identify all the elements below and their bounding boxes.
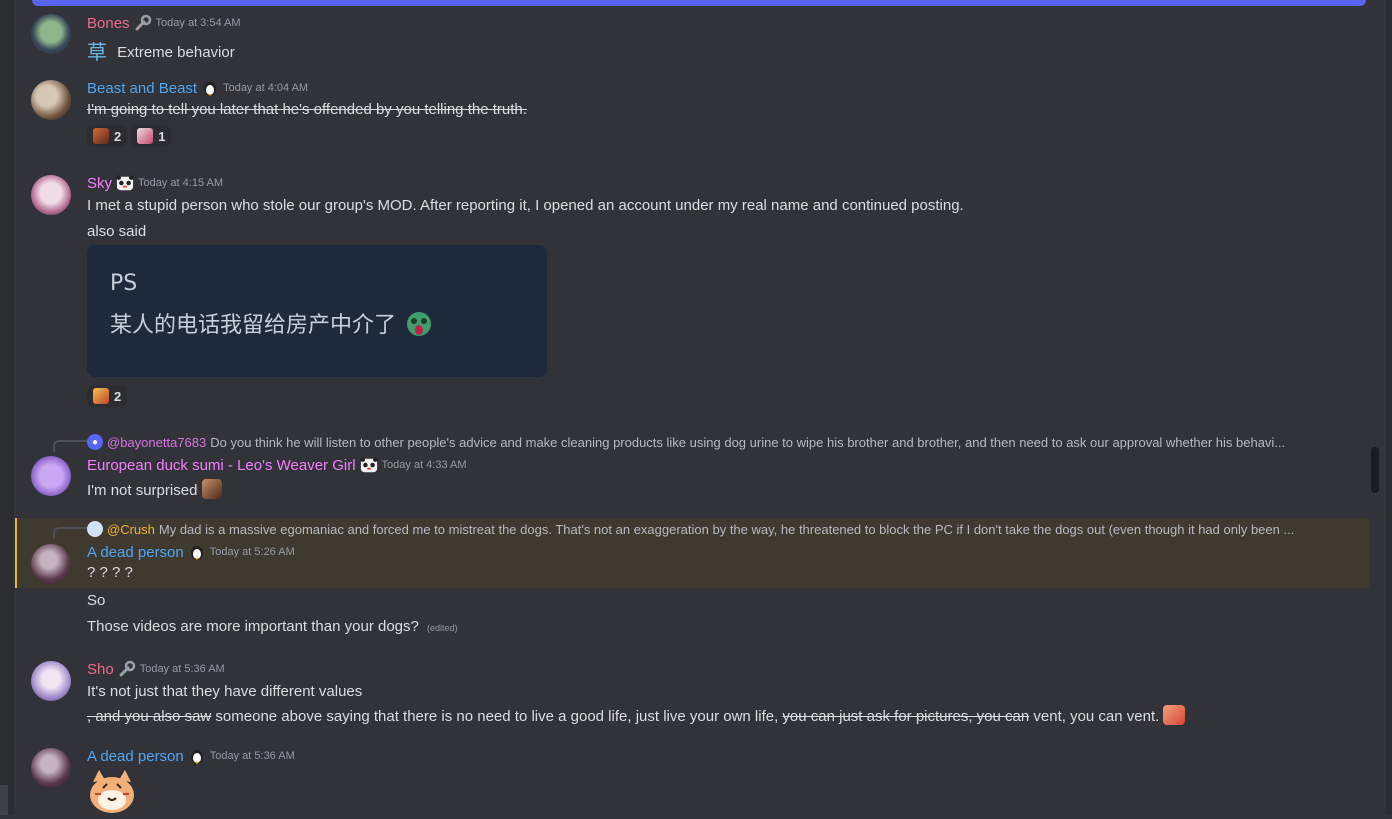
panda-icon: [359, 456, 378, 474]
edited-label: (edited): [427, 623, 458, 633]
message-a-dead-person-sticker[interactable]: A dead person Today at 5:36 AM: [15, 742, 1367, 815]
message-a-dead-person-continued[interactable]: So Those videos are more important than …: [15, 588, 1367, 642]
message-text: I'm going to tell you later that he's of…: [87, 101, 527, 118]
message-text: ? ? ? ?: [87, 564, 133, 581]
jump-to-present-bar[interactable]: [32, 0, 1366, 6]
reaction-count: 2: [114, 128, 122, 144]
reply-preview[interactable]: @Crush My dad is a massive egomaniac and…: [87, 521, 1322, 537]
message-sho[interactable]: Sho Today at 5:36 AM It's not just that …: [15, 656, 1367, 726]
strikethrough-text: , and you also saw: [87, 708, 212, 725]
message-sky[interactable]: Sky Today at 4:15 AM I met a stupid pers…: [15, 170, 1367, 415]
reply-spine: [53, 440, 89, 452]
penguin-icon: [188, 747, 206, 765]
message-text: So: [87, 592, 106, 609]
facepalm-emoji[interactable]: [201, 479, 222, 499]
wrench-icon: [118, 660, 136, 678]
timestamp[interactable]: Today at 5:26 AM: [210, 546, 295, 558]
reaction-button[interactable]: 1: [131, 125, 172, 147]
reaction-count: 2: [114, 388, 122, 404]
reply-text[interactable]: Do you think he will listen to other peo…: [210, 435, 1285, 450]
reaction-button[interactable]: 2: [87, 385, 128, 407]
reactions: 2 1: [87, 125, 172, 147]
fox-emoji: [93, 388, 109, 404]
cat-emoji: [93, 128, 109, 144]
message-text: Those videos are more important than you…: [87, 618, 419, 635]
grass-emoji[interactable]: 草: [87, 40, 107, 64]
timestamp[interactable]: Today at 4:04 AM: [223, 82, 308, 94]
timestamp[interactable]: Today at 4:33 AM: [382, 459, 467, 471]
wrench-icon: [134, 14, 152, 32]
message-text: also said: [87, 223, 147, 240]
tiger-sticker[interactable]: [87, 768, 137, 819]
reaction-count: 1: [158, 128, 166, 144]
user-panel-edge: [0, 785, 8, 815]
member-list-edge: [1386, 0, 1392, 815]
username[interactable]: Sho: [87, 661, 114, 678]
avatar[interactable]: [31, 748, 71, 788]
channel-list-edge: [0, 0, 14, 815]
message-a-dead-person-mention[interactable]: @Crush My dad is a massive egomaniac and…: [15, 518, 1369, 588]
image-attachment[interactable]: PS 某人的电话我留给房产中介了: [87, 245, 547, 377]
message-bones[interactable]: Bones Today at 3:54 AM 草 Extreme behavio…: [15, 10, 1367, 64]
timestamp[interactable]: Today at 3:54 AM: [156, 17, 241, 29]
avatar[interactable]: [31, 456, 71, 496]
avatar[interactable]: [31, 80, 71, 120]
reply-username[interactable]: @bayonetta7683: [107, 435, 206, 450]
reactions: 2: [87, 385, 128, 407]
message-text: I met a stupid person who stole our grou…: [87, 197, 964, 214]
crush-avatar: [87, 521, 103, 537]
penguin-icon: [188, 543, 206, 561]
reaction-button[interactable]: 2: [87, 125, 128, 147]
avatar[interactable]: [31, 14, 71, 54]
message-beast-and-beast[interactable]: Beast and Beast Today at 4:04 AM I'm goi…: [15, 75, 1367, 155]
username[interactable]: Bones: [87, 15, 130, 32]
avatar[interactable]: [31, 544, 71, 584]
message-text: Extreme behavior: [117, 44, 235, 61]
timestamp[interactable]: Today at 5:36 AM: [140, 663, 225, 675]
anime-girl-emoji: [137, 128, 154, 144]
avatar[interactable]: [31, 175, 71, 215]
message-european-duck-sumi[interactable]: ● @bayonetta7683 Do you think he will li…: [15, 432, 1367, 504]
reply-text[interactable]: My dad is a massive egomaniac and forced…: [159, 522, 1294, 537]
penguin-icon: [201, 79, 219, 97]
message-text-line2: , and you also saw someone above saying …: [87, 705, 1186, 725]
username[interactable]: Sky: [87, 175, 112, 192]
message-text: I'm not surprised: [87, 482, 198, 499]
reply-username[interactable]: @Crush: [107, 522, 155, 537]
timestamp[interactable]: Today at 5:36 AM: [210, 750, 295, 762]
image-text-chinese: 某人的电话我留给房产中介了: [110, 307, 435, 339]
username[interactable]: A dead person: [87, 748, 184, 765]
username[interactable]: European duck sumi - Leo's Weaver Girl: [87, 457, 356, 474]
username[interactable]: Beast and Beast: [87, 80, 197, 97]
discord-icon: ●: [87, 434, 103, 450]
message-text: vent, you can vent.: [1029, 708, 1160, 725]
message-text: someone above saying that there is no ne…: [211, 708, 783, 725]
strikethrough-text: you can just ask for pictures, you can: [782, 708, 1030, 725]
message-text: It's not just that they have different v…: [87, 683, 363, 700]
zombie-emoji: [407, 312, 432, 336]
avatar[interactable]: [31, 661, 71, 701]
timestamp[interactable]: Today at 4:15 AM: [138, 177, 223, 189]
reply-preview[interactable]: ● @bayonetta7683 Do you think he will li…: [87, 434, 1317, 450]
reply-spine: [53, 527, 89, 539]
panda-icon: [116, 174, 134, 192]
scrollbar-thumb[interactable]: [1371, 447, 1379, 493]
anime-emoji[interactable]: [1163, 705, 1186, 725]
username[interactable]: A dead person: [87, 544, 184, 561]
scrollbar-track[interactable]: [1368, 0, 1380, 815]
image-text: PS: [110, 271, 138, 296]
